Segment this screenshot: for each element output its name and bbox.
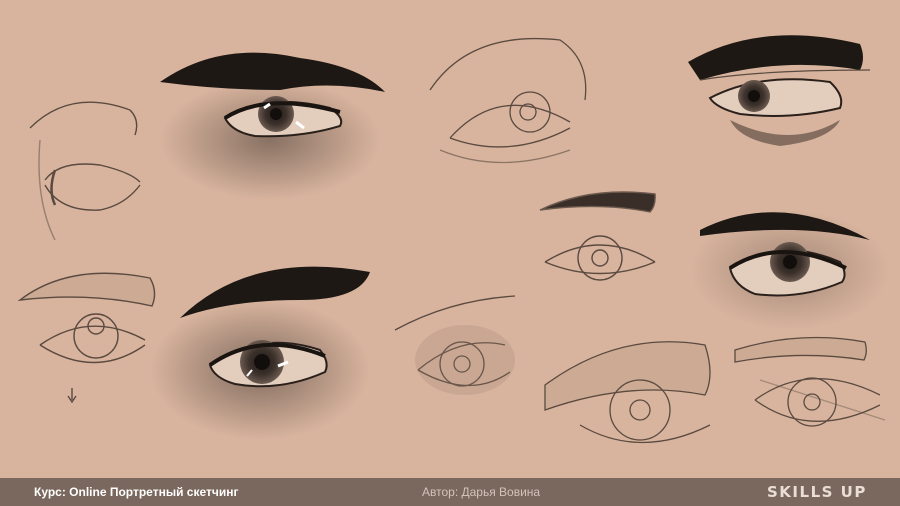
eye-sketch-construction-bottom-right (734, 336, 886, 427)
skills-up-logo: SKILLS UP (767, 483, 867, 501)
eye-sketch-side-view (29, 101, 141, 241)
eye-sketch-shaded-top (160, 52, 385, 200)
eye-sketch-construction-top (429, 37, 587, 164)
course-title: Курс: Online Портретный скетчинг (34, 485, 239, 499)
eye-sketch-construction-bottom (544, 341, 711, 444)
eye-sketch-construction-left (17, 272, 156, 404)
eye-sketch-shaded-right (690, 210, 890, 330)
eye-sketches-artwork (17, 35, 890, 444)
eye-sketch-construction-center (394, 295, 516, 395)
footer-bar: Курс: Online Портретный скетчинг Автор: … (0, 478, 900, 506)
eye-sketch-shaded-bottom (150, 266, 370, 440)
author-credit: Автор: Дарья Вовина (422, 485, 541, 499)
sketch-canvas (0, 0, 900, 478)
eye-sketch-construction-mid-right (539, 191, 656, 281)
eye-sketch-shaded-top-right (688, 35, 871, 146)
